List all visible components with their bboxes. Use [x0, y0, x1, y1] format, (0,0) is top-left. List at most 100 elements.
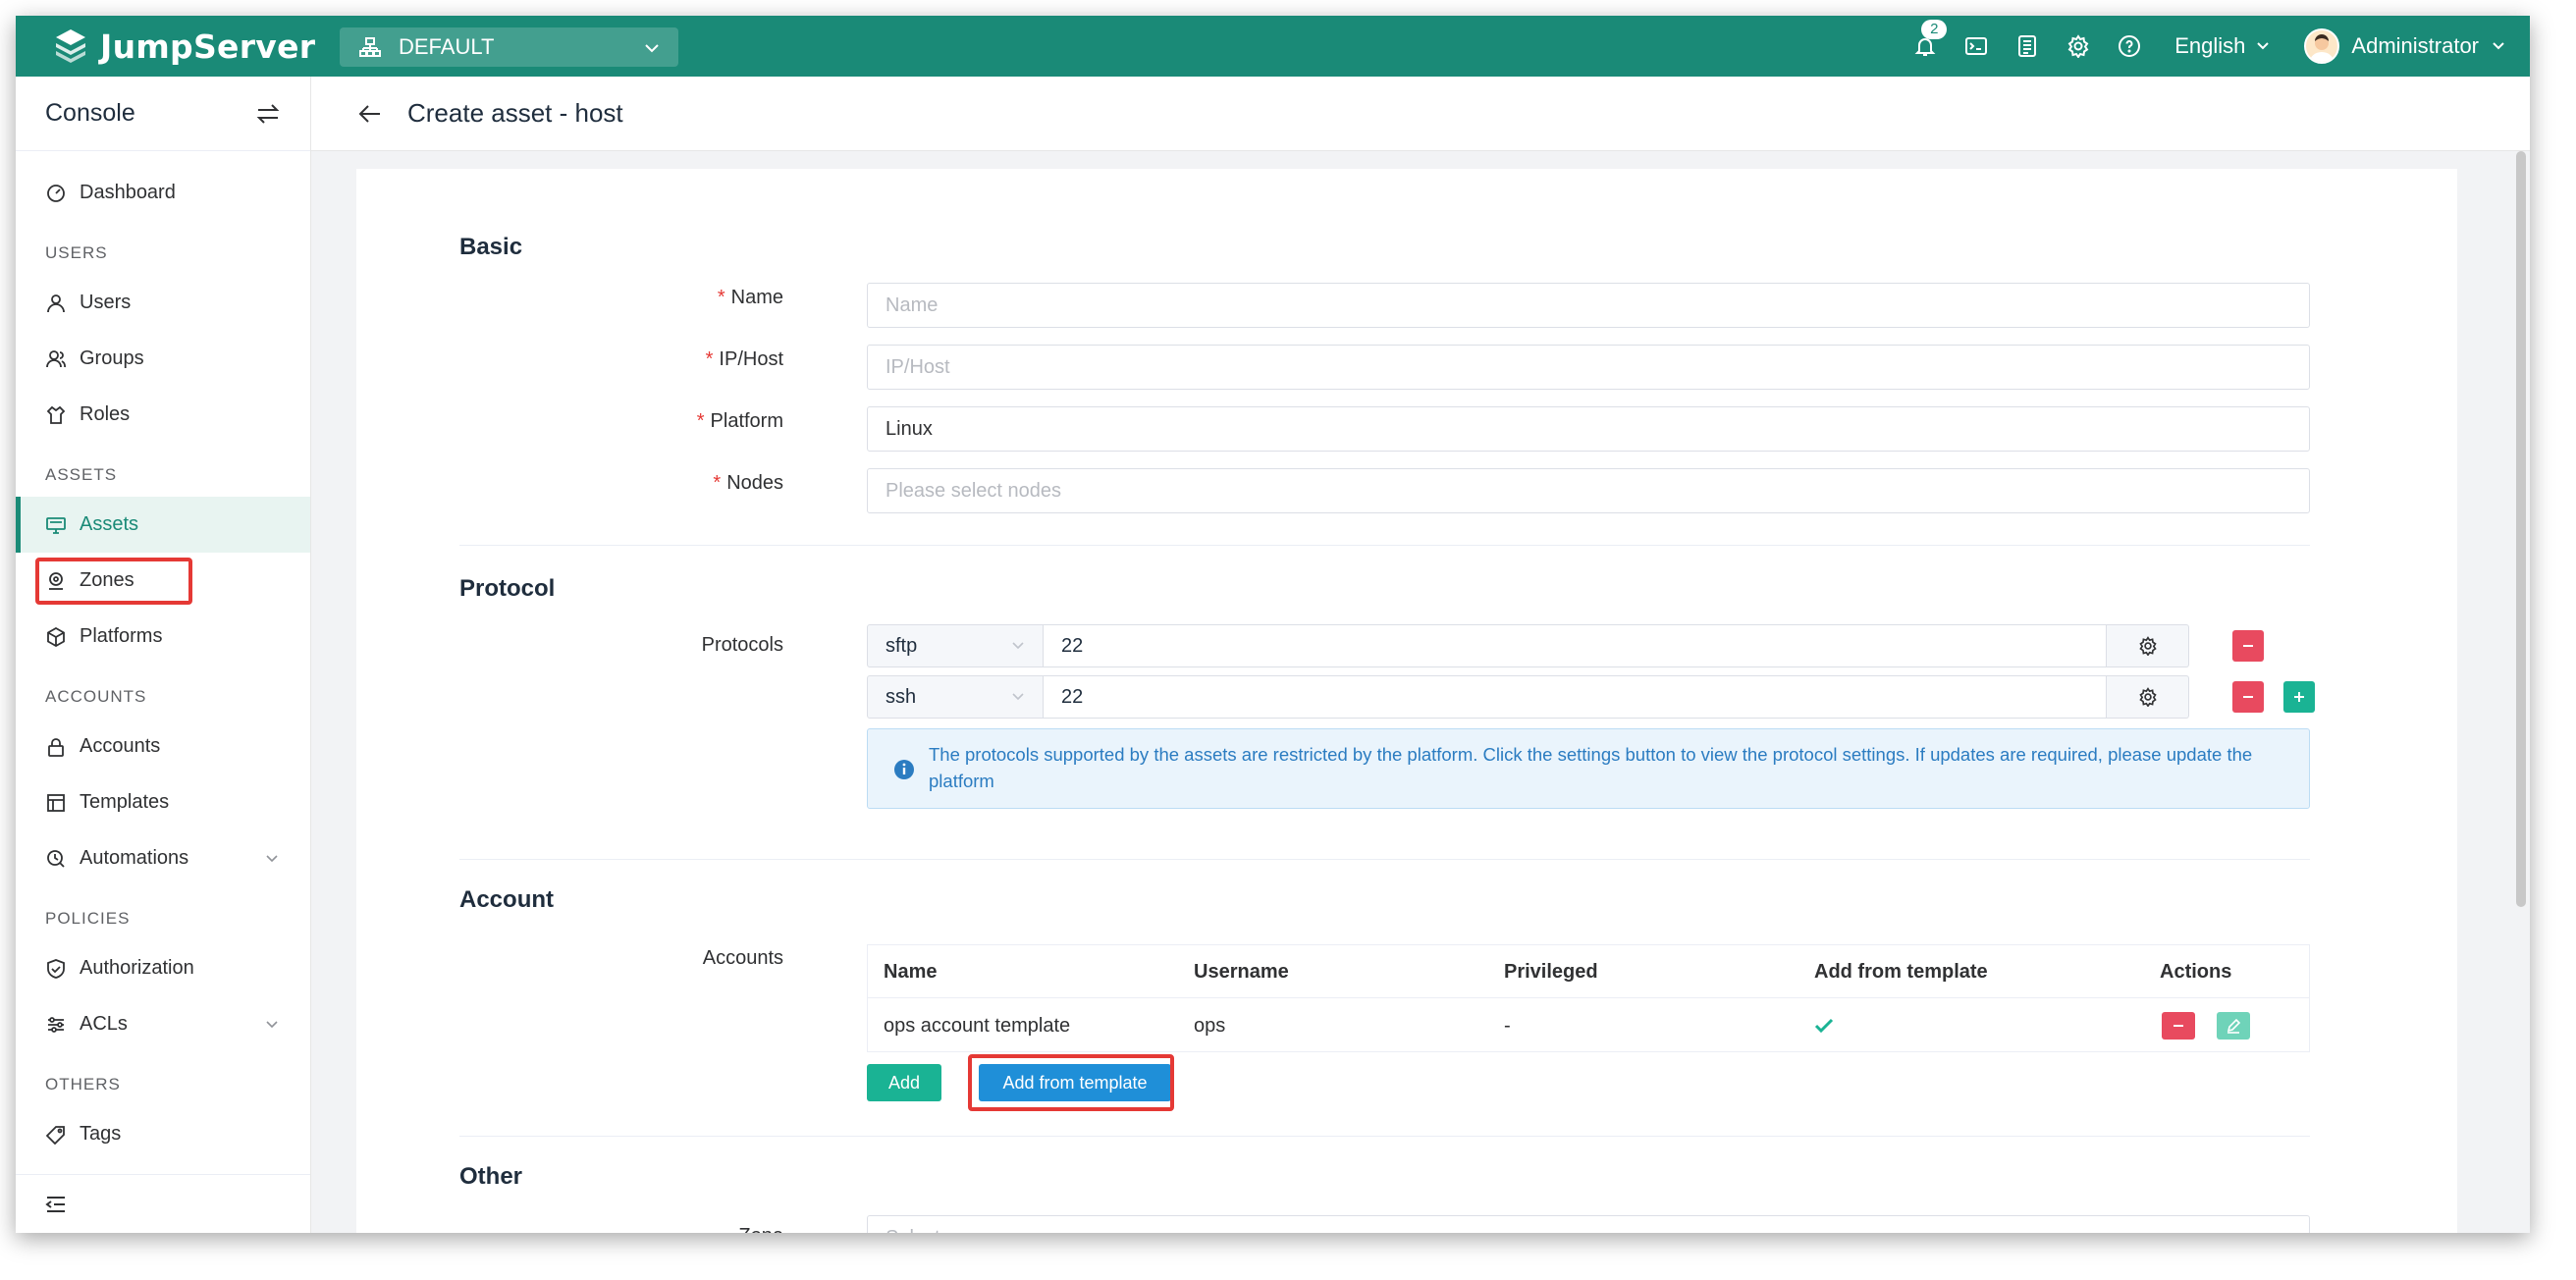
user-menu[interactable]: Administrator — [2304, 28, 2506, 64]
top-bar: JumpServer DEFAULT 2 English Administrat… — [16, 16, 2530, 77]
sidebar-item-platforms[interactable]: Platforms — [16, 609, 310, 665]
table-header: Name Username Privileged Add from templa… — [868, 945, 2309, 998]
section-divider — [459, 545, 2310, 546]
platform-input[interactable]: Linux — [867, 406, 2310, 452]
sidebar-item-tags[interactable]: Tags — [16, 1106, 310, 1162]
organization-icon — [359, 37, 381, 57]
notification-button[interactable]: 2 — [1900, 16, 1951, 77]
language-select[interactable]: English — [2174, 33, 2271, 59]
arrow-left-icon — [358, 104, 380, 123]
protocol-select[interactable]: ssh — [867, 675, 1044, 719]
sidebar-item-acls[interactable]: ACLs — [16, 996, 310, 1052]
gear-icon — [2138, 687, 2157, 707]
sidebar-item-templates[interactable]: Templates — [16, 774, 310, 830]
organization-value: DEFAULT — [399, 34, 495, 59]
column-header-privileged: Privileged — [1504, 960, 1598, 983]
zone-label: Zone — [420, 1225, 783, 1233]
accounts-label: Accounts — [702, 947, 783, 969]
check-icon — [1814, 1018, 1834, 1034]
ticket-icon — [2018, 35, 2037, 57]
terminal-icon — [1965, 37, 1988, 55]
notification-badge: 2 — [1921, 20, 1948, 39]
add-protocol-button[interactable] — [2283, 681, 2315, 713]
chevron-down-icon — [1012, 693, 1024, 701]
user-name: Administrator — [2351, 33, 2479, 58]
cell-actions — [2162, 999, 2250, 1052]
minus-icon — [2243, 696, 2253, 698]
chevron-down-icon — [1012, 642, 1024, 650]
delete-account-button[interactable] — [2162, 1012, 2195, 1040]
sidebar-group-policies: POLICIES — [45, 909, 131, 928]
edit-account-button[interactable] — [2217, 1012, 2250, 1040]
switch-view-icon[interactable] — [255, 102, 281, 126]
protocol-port-input[interactable]: 22 — [1044, 675, 2107, 719]
tickets-button[interactable] — [2002, 16, 2053, 77]
sidebar-item-automations[interactable]: Automations — [16, 830, 310, 886]
web-terminal-button[interactable] — [1951, 16, 2002, 77]
avatar — [2304, 28, 2340, 64]
collapse-sidebar-button[interactable] — [16, 1174, 310, 1233]
sidebar-item-assets[interactable]: Assets — [16, 497, 310, 553]
organization-select[interactable]: DEFAULT — [340, 27, 678, 67]
gear-icon — [2138, 636, 2157, 656]
protocol-row: ssh 22 — [867, 675, 2189, 719]
add-account-button[interactable]: Add — [867, 1064, 941, 1101]
protocol-select[interactable]: sftp — [867, 624, 1044, 667]
page-header: Create asset - host — [311, 77, 2530, 151]
ip-host-label: * IP/Host — [705, 348, 783, 370]
sidebar-item-groups[interactable]: Groups — [16, 331, 310, 387]
sidebar-group-assets: ASSETS — [45, 465, 118, 484]
language-value: English — [2174, 33, 2246, 58]
sidebar-item-dashboard[interactable]: Dashboard — [16, 165, 310, 221]
sidebar-group-others: OTHERS — [45, 1075, 121, 1093]
lock-icon — [48, 737, 64, 757]
nodes-select[interactable]: Please select nodes — [867, 468, 2310, 513]
remove-protocol-button[interactable] — [2232, 630, 2264, 662]
remove-protocol-button[interactable] — [2232, 681, 2264, 713]
help-button[interactable] — [2104, 16, 2155, 77]
protocol-port-input[interactable]: 22 — [1044, 624, 2107, 667]
back-button[interactable] — [358, 103, 382, 125]
tag-icon — [46, 1125, 65, 1145]
app-name: JumpServer — [100, 27, 316, 66]
add-from-template-highlight-annotation — [968, 1054, 1174, 1111]
column-header-add-from-template: Add from template — [1814, 960, 1988, 983]
sidebar-item-authorization[interactable]: Authorization — [16, 940, 310, 996]
sidebar-item-roles[interactable]: Roles — [16, 387, 310, 443]
ip-host-input[interactable]: IP/Host — [867, 345, 2310, 390]
name-input[interactable]: Name — [867, 283, 2310, 328]
page-title: Create asset - host — [407, 98, 623, 128]
minus-icon — [2243, 645, 2253, 647]
jumpserver-logo-icon — [56, 29, 85, 63]
sidebar-group-users: USERS — [45, 243, 108, 262]
sidebar-item-accounts[interactable]: Accounts — [16, 719, 310, 774]
column-header-username: Username — [1194, 960, 1289, 983]
chevron-down-icon — [266, 855, 278, 863]
edit-icon — [2227, 1018, 2241, 1034]
sidebar: Console Dashboard USERS Users Groups Rol… — [16, 77, 311, 1233]
page-scrollbar[interactable] — [2516, 151, 2526, 907]
console-title: Console — [45, 99, 135, 127]
shield-icon — [47, 958, 65, 979]
settings-button[interactable] — [2053, 16, 2104, 77]
protocol-settings-button[interactable] — [2107, 624, 2189, 667]
protocol-info-text: The protocols supported by the assets ar… — [929, 744, 2253, 791]
table-row: ops account template ops - — [868, 999, 2309, 1052]
zone-select[interactable]: Select — [867, 1215, 2310, 1233]
minus-icon — [2174, 1025, 2183, 1027]
section-title-other: Other — [459, 1163, 523, 1190]
plus-icon — [2294, 692, 2304, 702]
protocol-info-alert: The protocols supported by the assets ar… — [867, 728, 2310, 809]
monitor-icon — [46, 516, 66, 534]
app-window: JumpServer DEFAULT 2 English Administrat… — [16, 16, 2530, 1233]
cell-privileged: - — [1504, 1014, 1511, 1037]
cube-icon — [47, 626, 65, 647]
sidebar-menu: Dashboard USERS Users Groups Roles ASSET… — [16, 151, 310, 1162]
section-divider — [459, 859, 2310, 860]
logo[interactable]: JumpServer — [51, 26, 315, 67]
sidebar-group-accounts: ACCOUNTS — [45, 687, 147, 706]
chevron-down-icon — [645, 44, 659, 53]
sidebar-item-users[interactable]: Users — [16, 275, 310, 331]
protocol-settings-button[interactable] — [2107, 675, 2189, 719]
section-title-account: Account — [459, 886, 554, 913]
